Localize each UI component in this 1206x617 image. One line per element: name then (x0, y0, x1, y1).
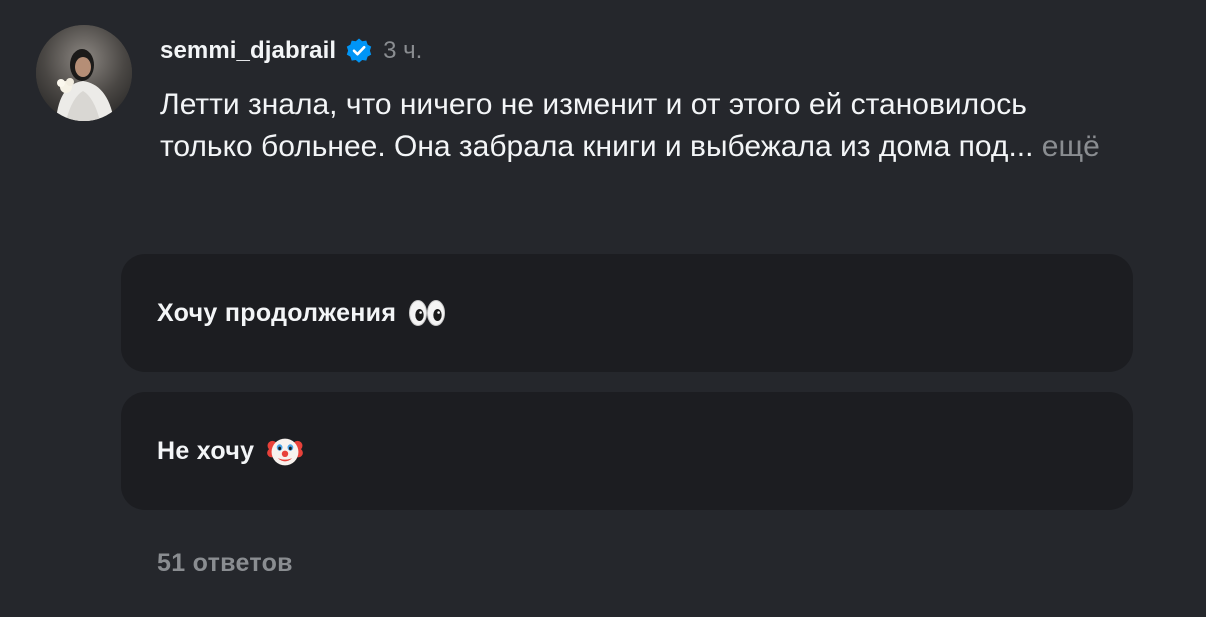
post-caption: Летти знала, что ничего не изменит и от … (160, 84, 1120, 168)
poll-option-want-continuation[interactable]: Хочу продолжения (121, 254, 1133, 372)
avatar[interactable] (36, 25, 132, 121)
eyes-emoji-icon (408, 297, 446, 329)
caption-text: Летти знала, что ничего не изменит и от … (160, 88, 1034, 163)
post-timestamp: 3 ч. (383, 37, 423, 64)
username-link[interactable]: semmi_djabrail (160, 37, 336, 65)
poll-option-dont-want[interactable]: Не хочу (121, 392, 1133, 510)
poll-option-label: Хочу продолжения (157, 298, 397, 327)
profile-photo-icon (36, 25, 132, 121)
more-link[interactable]: ещё (1042, 130, 1100, 163)
thread-post: semmi_djabrail 3 ч. Летти знала, что нич… (0, 0, 1206, 617)
post-header: semmi_djabrail 3 ч. (160, 32, 422, 70)
clown-face-emoji-icon (266, 435, 304, 467)
poll-option-label: Не хочу (157, 436, 255, 465)
replies-count-link[interactable]: 51 ответов (157, 549, 293, 578)
verified-badge-icon (345, 37, 373, 65)
